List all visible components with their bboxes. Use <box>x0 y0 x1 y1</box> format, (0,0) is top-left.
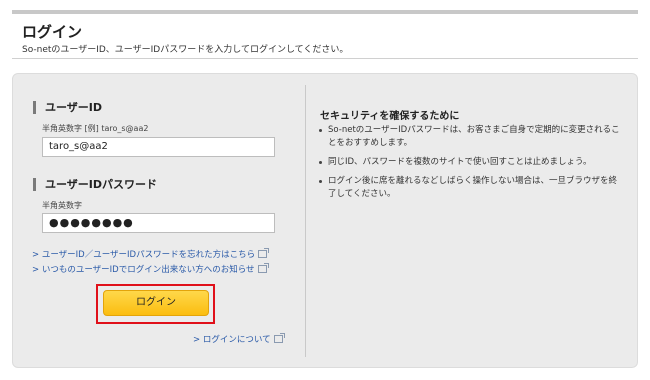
security-item: So-netのユーザーIDパスワードは、お客さまご自身で定期的に変更されることを… <box>314 124 624 150</box>
password-heading: ユーザーIDパスワード <box>33 178 157 191</box>
login-button[interactable]: ログイン <box>103 290 209 316</box>
top-rule <box>12 10 638 14</box>
userid-hint: 半角英数字 [例] taro_s@aa2 <box>42 124 149 133</box>
security-title: セキュリティを確保するために <box>320 111 460 122</box>
password-hint: 半角英数字 <box>42 201 82 210</box>
security-item: ログイン後に席を離れるなどしばらく操作しない場合は、一旦ブラウザを終了してくださ… <box>314 175 624 201</box>
password-input[interactable]: ●●●●●●●● <box>42 213 275 233</box>
about-login-link[interactable]: > ログインについて <box>193 333 285 345</box>
userid-heading: ユーザーID <box>33 101 102 114</box>
header-divider <box>12 58 638 59</box>
cannot-login-link-label: > いつものユーザーIDでログイン出来ない方へのお知らせ <box>32 265 255 275</box>
forgot-password-link-label: > ユーザーID／ユーザーIDパスワードを忘れた方はこちら <box>32 250 256 260</box>
userid-input[interactable]: taro_s@aa2 <box>42 137 275 157</box>
forgot-password-link[interactable]: > ユーザーID／ユーザーIDパスワードを忘れた方はこちら <box>32 248 270 260</box>
panel-divider <box>305 85 306 357</box>
security-list: So-netのユーザーIDパスワードは、お客さまご自身で定期的に変更されることを… <box>314 124 624 207</box>
page-title: ログイン <box>22 23 83 41</box>
cannot-login-link[interactable]: > いつものユーザーIDでログイン出来ない方へのお知らせ <box>32 263 269 275</box>
external-link-icon <box>273 333 285 343</box>
external-link-icon <box>257 263 269 273</box>
about-login-link-label: > ログインについて <box>193 335 271 345</box>
external-link-icon <box>258 248 270 258</box>
security-item: 同じID、パスワードを複数のサイトで使い回すことは止めましょう。 <box>314 156 624 169</box>
page-subtitle: So-netのユーザーID、ユーザーIDパスワードを入力してログインしてください… <box>22 45 349 55</box>
